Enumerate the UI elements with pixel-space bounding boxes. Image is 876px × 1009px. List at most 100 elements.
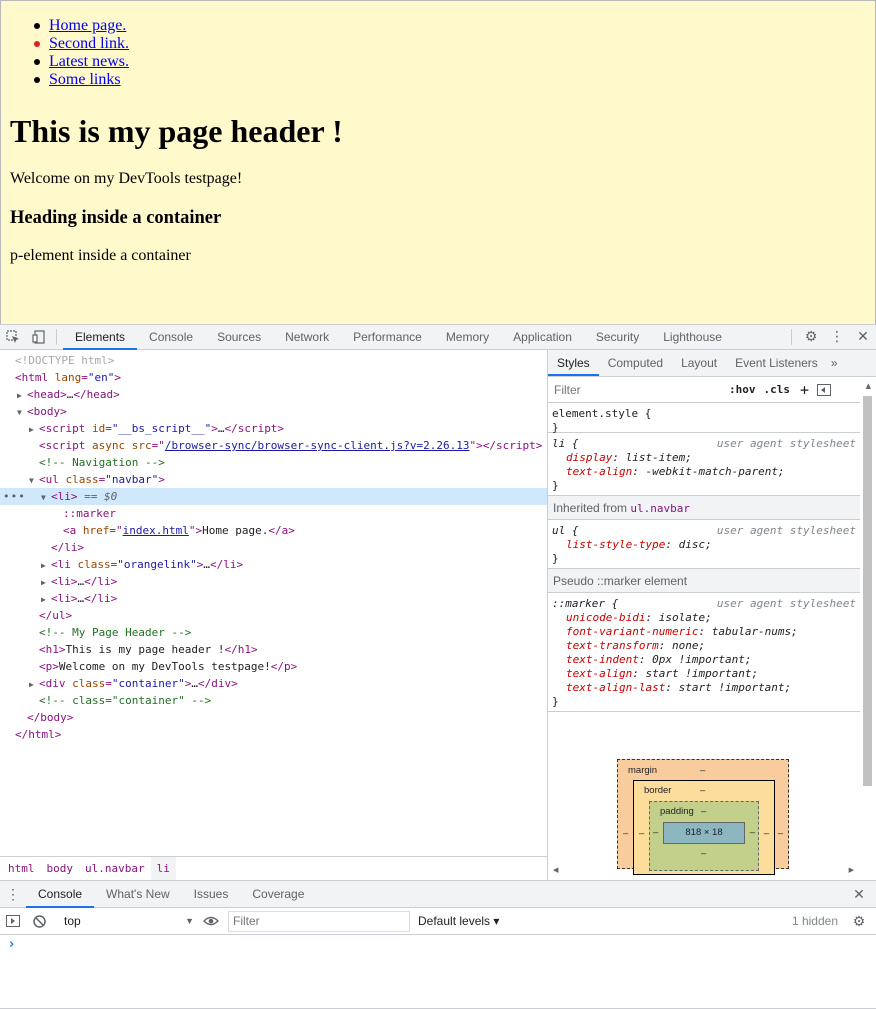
tab-network[interactable]: Network	[273, 325, 341, 350]
tab-event-listeners[interactable]: Event Listeners	[726, 351, 827, 376]
box-model-padding[interactable]: padding – – – – 818 × 18	[649, 801, 759, 871]
tree-ul-navbar[interactable]: ▼ <ul class="navbar">	[0, 471, 547, 488]
tab-security[interactable]: Security	[584, 325, 651, 350]
scroll-left-arrow-icon[interactable]: ◀	[553, 866, 558, 874]
tree-body-close[interactable]: </body>	[0, 709, 547, 726]
expand-triangle-icon[interactable]: ▶	[41, 591, 51, 608]
decl-text-align-last[interactable]: text-align-last: start !important;	[552, 681, 856, 695]
scroll-up-arrow-icon[interactable]: ▲	[866, 382, 871, 390]
toggle-sidebar-icon[interactable]	[817, 383, 832, 396]
decl-text-align[interactable]: text-align: start !important;	[552, 667, 856, 681]
breadcrumb-body[interactable]: body	[41, 857, 80, 881]
tree-doctype[interactable]: <!DOCTYPE html>	[0, 352, 547, 369]
decl-text-transform[interactable]: text-transform: none;	[552, 639, 856, 653]
tab-console[interactable]: Console	[137, 325, 205, 350]
breadcrumb-html[interactable]: html	[2, 857, 41, 881]
expand-triangle-icon[interactable]: ▶	[29, 676, 39, 693]
clear-console-icon[interactable]	[26, 909, 52, 933]
console-prompt-icon[interactable]: ›	[9, 937, 14, 952]
rule-marker[interactable]: ::marker { user agent stylesheet unicode…	[548, 593, 860, 712]
decl-text-align[interactable]: text-align: -webkit-match-parent;	[552, 465, 856, 479]
nav-link-news[interactable]: Latest news.	[49, 53, 129, 70]
elements-tree[interactable]: <!DOCTYPE html> <html lang="en"> ▶ <head>…	[0, 350, 548, 856]
nav-link-second[interactable]: Second link.	[49, 35, 129, 52]
eye-icon[interactable]	[198, 909, 224, 933]
nav-link-home[interactable]: Home page.	[49, 17, 126, 34]
default-levels-dropdown[interactable]: Default levels ▾	[418, 914, 499, 928]
tab-styles[interactable]: Styles	[548, 350, 599, 376]
tree-anchor[interactable]: <a href="index.html">Home page.</a>	[0, 522, 547, 539]
close-icon[interactable]: ✕	[850, 325, 876, 349]
rule-element-style[interactable]: element.style { }	[548, 403, 860, 434]
box-model-margin[interactable]: margin – – – border – – – padding – – – …	[617, 759, 789, 875]
more-options-icon[interactable]: ⋮	[824, 325, 850, 349]
decl-display[interactable]: display: list-item;	[552, 451, 856, 465]
decl-list-style-type[interactable]: list-style-type: disc;	[552, 538, 856, 552]
tab-sources[interactable]: Sources	[205, 325, 273, 350]
chevron-more-icon[interactable]: »	[827, 351, 842, 376]
tree-head[interactable]: ▶ <head>…</head>	[0, 386, 547, 404]
drawer-tab-coverage[interactable]: Coverage	[240, 881, 316, 908]
tree-li-4[interactable]: ▶ <li>…</li>	[0, 590, 547, 608]
show-sidebar-icon[interactable]	[0, 909, 26, 933]
more-actions-icon[interactable]: •••	[3, 488, 26, 505]
tree-li-orangelink[interactable]: ▶ <li class="orangelink">…</li>	[0, 556, 547, 574]
expand-triangle-icon[interactable]: ▶	[29, 421, 39, 438]
inspect-element-icon[interactable]	[0, 325, 26, 349]
console-settings-gear-icon[interactable]: ⚙	[846, 909, 872, 933]
tab-lighthouse[interactable]: Lighthouse	[651, 325, 734, 350]
tree-li-3[interactable]: ▶ <li>…</li>	[0, 573, 547, 591]
tree-html-close[interactable]: </html>	[0, 726, 547, 743]
expand-triangle-icon[interactable]: ▶	[17, 387, 27, 404]
tree-p[interactable]: <p>Welcome on my DevTools testpage!</p>	[0, 658, 547, 675]
styles-scrollbar-thumb[interactable]	[863, 396, 872, 786]
collapse-triangle-icon[interactable]: ▼	[17, 404, 27, 421]
tree-marker[interactable]: ::marker	[0, 505, 547, 522]
decl-font-variant-numeric[interactable]: font-variant-numeric: tabular-nums;	[552, 625, 856, 639]
box-model-border[interactable]: border – – – padding – – – – 818 × 18	[633, 780, 775, 875]
tab-memory[interactable]: Memory	[434, 325, 501, 350]
cls-toggle[interactable]: .cls	[764, 383, 791, 396]
expand-triangle-icon[interactable]: ▶	[41, 574, 51, 591]
tree-comment-nav[interactable]: <!-- Navigation -->	[0, 454, 547, 471]
nav-link-some-links[interactable]: Some links	[49, 71, 121, 88]
tree-script-bs[interactable]: ▶ <script id="__bs_script__">…</script>	[0, 420, 547, 438]
tree-div-container[interactable]: ▶ <div class="container">…</div>	[0, 675, 547, 693]
tree-li-selected[interactable]: ••• ▼ <li> == $0	[0, 488, 547, 506]
breadcrumb-li[interactable]: li	[150, 856, 176, 881]
tree-script-async[interactable]: <script async src="/browser-sync/browser…	[0, 437, 547, 454]
console-filter-input[interactable]	[228, 910, 410, 932]
tree-body[interactable]: ▼ <body>	[0, 403, 547, 421]
tab-application[interactable]: Application	[501, 325, 584, 350]
box-model-content[interactable]: 818 × 18	[663, 822, 745, 844]
rule-ul[interactable]: ul { user agent stylesheet list-style-ty…	[548, 520, 860, 569]
collapse-triangle-icon[interactable]: ▼	[41, 489, 51, 506]
device-toolbar-icon[interactable]	[26, 325, 52, 349]
tab-computed[interactable]: Computed	[599, 351, 672, 376]
drawer-tab-whats-new[interactable]: What's New	[94, 881, 182, 908]
gear-icon[interactable]: ⚙	[798, 325, 824, 349]
drawer-menu-icon[interactable]: ⋮	[0, 882, 26, 906]
decl-unicode-bidi[interactable]: unicode-bidi: isolate;	[552, 611, 856, 625]
context-select[interactable]: top ▼	[60, 911, 198, 931]
rule-li[interactable]: li { user agent stylesheet display: list…	[548, 433, 860, 496]
tree-comment-container[interactable]: <!-- class="container" -->	[0, 692, 547, 709]
drawer-tab-issues[interactable]: Issues	[182, 881, 241, 908]
decl-text-indent[interactable]: text-indent: 0px !important;	[552, 653, 856, 667]
drawer-close-icon[interactable]: ✕	[846, 882, 872, 906]
console-output[interactable]: ›	[0, 935, 876, 1009]
drawer-tab-console[interactable]: Console	[26, 880, 95, 908]
tree-h1[interactable]: <h1>This is my page header !</h1>	[0, 641, 547, 658]
tree-li-close[interactable]: </li>	[0, 539, 547, 556]
breadcrumb-ul-navbar[interactable]: ul.navbar	[79, 857, 151, 881]
add-rule-icon[interactable]: +	[800, 381, 809, 399]
styles-filter-input[interactable]	[551, 380, 721, 399]
hov-toggle[interactable]: :hov	[729, 383, 756, 396]
scroll-right-arrow-icon[interactable]: ▶	[849, 866, 854, 874]
tab-performance[interactable]: Performance	[341, 325, 434, 350]
tab-layout[interactable]: Layout	[672, 351, 726, 376]
tree-html[interactable]: <html lang="en">	[0, 369, 547, 386]
tab-elements[interactable]: Elements	[63, 324, 138, 350]
tree-ul-close[interactable]: </ul>	[0, 607, 547, 624]
expand-triangle-icon[interactable]: ▶	[41, 557, 51, 574]
